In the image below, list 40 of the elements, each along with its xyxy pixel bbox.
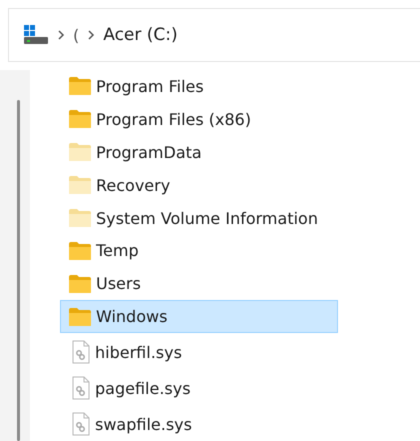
breadcrumb-item[interactable]: Acer (C:) — [103, 25, 178, 45]
breadcrumb-item[interactable]: ( — [73, 26, 80, 44]
item-name: Users — [96, 274, 141, 294]
item-name: Windows — [96, 307, 168, 326]
folder-item[interactable]: ProgramData — [60, 136, 338, 169]
folder-item[interactable]: Program Files — [60, 70, 338, 103]
folder-item[interactable]: Windows — [60, 300, 338, 334]
chevron-icon — [87, 29, 96, 41]
system-file-icon — [71, 340, 91, 364]
drive-icon — [23, 25, 49, 45]
item-name: pagefile.sys — [95, 378, 191, 398]
item-name: Program Files — [96, 76, 204, 96]
chevron-icon — [57, 29, 65, 41]
folder-icon — [68, 306, 92, 327]
item-name: System Volume Information — [96, 208, 318, 228]
folder-icon — [68, 175, 92, 196]
system-file-icon — [71, 376, 91, 400]
folder-item[interactable]: Recovery — [60, 168, 338, 202]
file-item[interactable]: pagefile.sys — [60, 371, 338, 406]
address-bar[interactable]: ( Acer (C:) — [8, 8, 420, 62]
file-item[interactable]: swapfile.sys — [60, 407, 338, 441]
folder-icon — [68, 142, 92, 162]
folder-icon — [68, 76, 92, 96]
item-name: Recovery — [96, 176, 170, 195]
item-name: Temp — [96, 241, 139, 260]
item-name: ProgramData — [96, 142, 202, 162]
item-name: swapfile.sys — [95, 414, 192, 434]
folder-icon — [68, 109, 92, 130]
file-item[interactable]: hiberfil.sys — [60, 335, 338, 370]
folder-item[interactable]: Users — [60, 267, 338, 300]
folder-icon — [68, 274, 92, 294]
item-name: Program Files (x86) — [96, 110, 252, 129]
folder-item[interactable]: Program Files (x86) — [60, 102, 338, 136]
folder-item[interactable]: Temp — [60, 234, 338, 268]
folder-icon — [68, 240, 92, 261]
folder-item[interactable]: System Volume Information — [60, 202, 338, 235]
scrollbar[interactable] — [17, 100, 20, 441]
system-file-icon — [71, 412, 91, 436]
item-name: hiberfil.sys — [95, 342, 182, 362]
folder-icon — [68, 208, 92, 228]
